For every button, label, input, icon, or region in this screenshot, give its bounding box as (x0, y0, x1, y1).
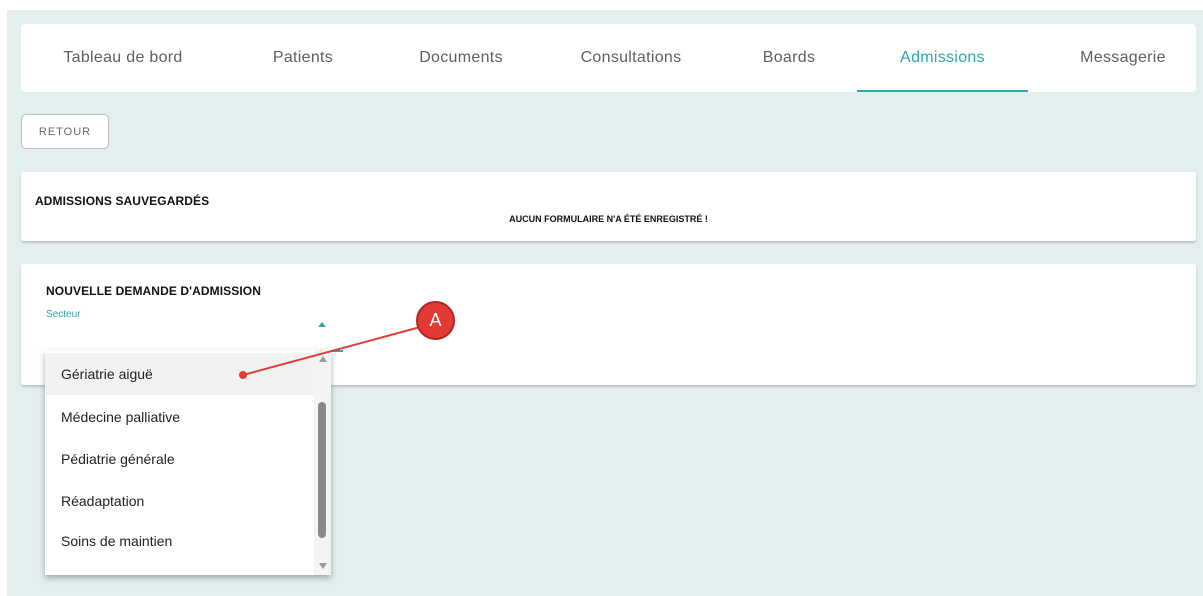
scroll-down-arrow-icon[interactable] (319, 563, 327, 569)
tab-tableau-de-bord[interactable]: Tableau de bord (43, 24, 203, 92)
tab-consultations[interactable]: Consultations (566, 24, 696, 92)
option-geriatrie-aigue[interactable]: Gériatrie aiguë (45, 353, 314, 395)
scrollbar-thumb[interactable] (318, 402, 326, 538)
active-tab-indicator (857, 90, 1028, 92)
tab-documents[interactable]: Documents (401, 24, 521, 92)
new-admission-title: NOUVELLE DEMANDE D'ADMISSION (46, 284, 261, 298)
tab-admissions[interactable]: Admissions (857, 24, 1028, 92)
annotation-marker: A (416, 301, 455, 340)
main-navigation: Tableau de bord Patients Documents Consu… (21, 24, 1196, 92)
tab-patients[interactable]: Patients (253, 24, 353, 92)
saved-admissions-card: ADMISSIONS SAUVEGARDÉS AUCUN FORMULAIRE … (21, 172, 1196, 241)
option-soins-de-maintien[interactable]: Soins de maintien (45, 520, 314, 562)
dropdown-scrollbar[interactable] (314, 350, 331, 575)
option-medecine-palliative[interactable]: Médecine palliative (45, 396, 314, 438)
empty-state-message: AUCUN FORMULAIRE N'A ÉTÉ ENREGISTRÉ ! (509, 214, 708, 224)
saved-admissions-title: ADMISSIONS SAUVEGARDÉS (35, 194, 210, 208)
option-pediatrie-generale[interactable]: Pédiatrie générale (45, 438, 314, 480)
scroll-up-arrow-icon[interactable] (319, 356, 327, 362)
secteur-label: Secteur (46, 309, 81, 320)
select-arrow-up-icon[interactable] (318, 322, 326, 327)
retour-button[interactable]: RETOUR (21, 114, 109, 149)
secteur-dropdown-list: Gériatrie aiguë Médecine palliative Pédi… (45, 350, 331, 575)
tab-messagerie[interactable]: Messagerie (1053, 24, 1193, 92)
option-readaptation[interactable]: Réadaptation (45, 480, 314, 522)
tab-boards[interactable]: Boards (749, 24, 829, 92)
